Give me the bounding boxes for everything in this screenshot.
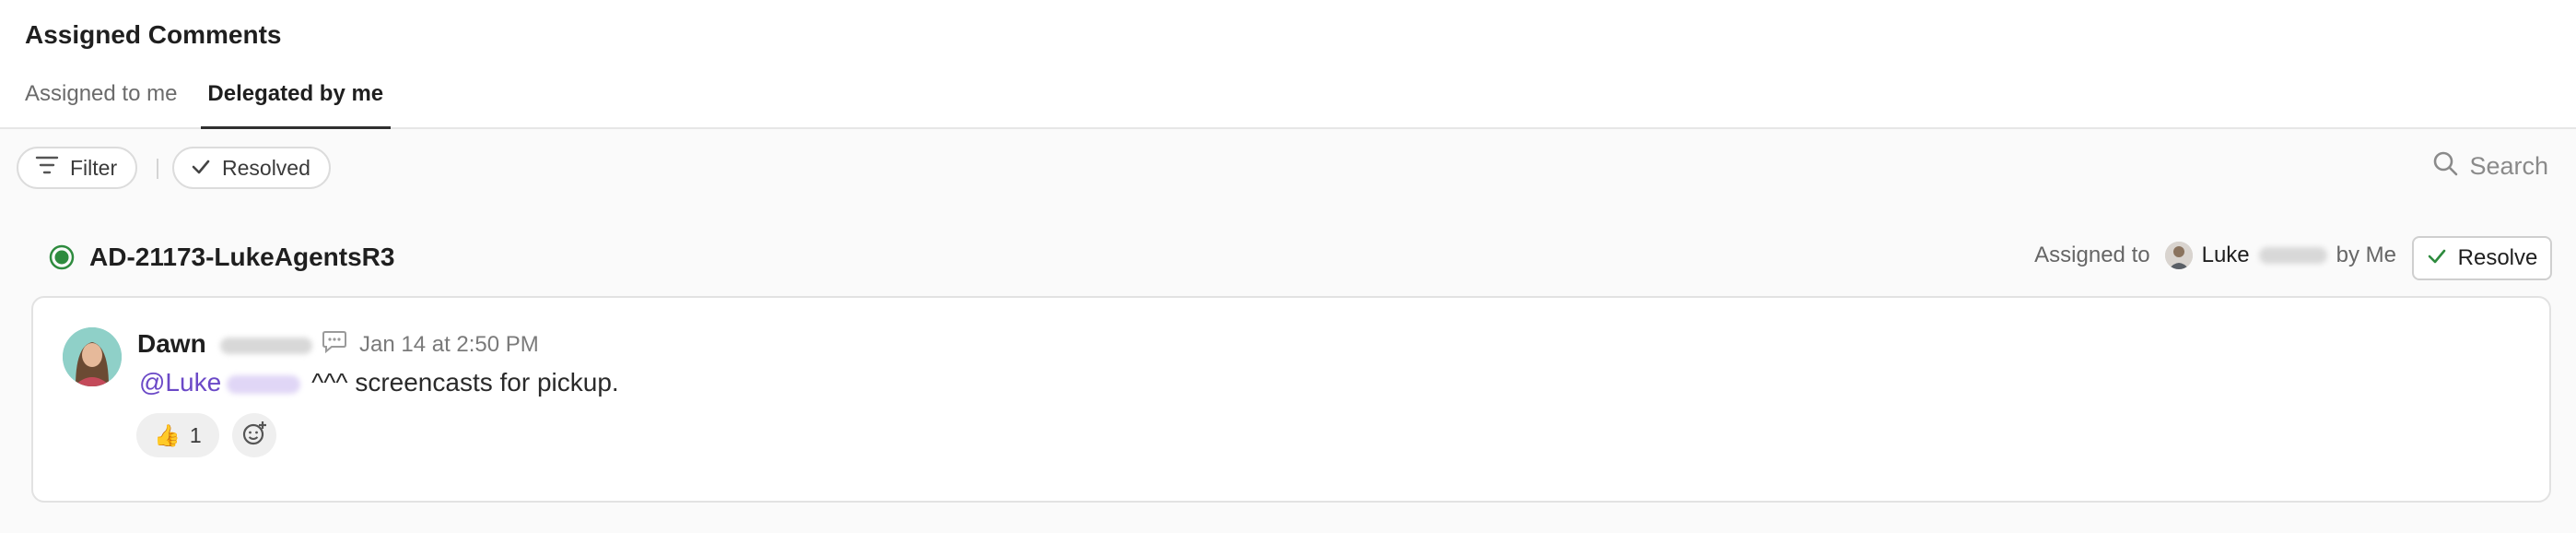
assignee-avatar — [2164, 242, 2193, 269]
tab-assigned-to-me[interactable]: Assigned to me — [25, 79, 177, 127]
tab-delegated-by-me[interactable]: Delegated by me — [201, 79, 391, 129]
comment-icon — [322, 329, 347, 358]
check-icon — [191, 156, 211, 181]
author-surname-redacted — [220, 337, 313, 354]
toolbar-divider — [157, 159, 158, 179]
author-name: Dawn — [137, 329, 206, 358]
filter-label: Filter — [70, 155, 118, 180]
add-emoji-icon — [241, 420, 267, 451]
resolved-label: Resolved — [222, 155, 310, 180]
thumbs-up-icon: 👍 — [154, 422, 181, 447]
resolve-button[interactable]: Resolve — [2412, 236, 2552, 280]
comment-author: Dawn — [137, 329, 313, 359]
toolbar: Filter Resolved Search — [0, 129, 2576, 207]
assigned-prefix: Assigned to — [2034, 243, 2150, 267]
comment-body: @Luke ^^^ screencasts for pickup. — [139, 368, 619, 397]
thread-title[interactable]: AD-21173-LukeAgentsR3 — [89, 243, 394, 272]
reaction-count: 1 — [189, 422, 202, 447]
reaction-thumbs-up[interactable]: 👍 1 — [136, 413, 219, 457]
resolve-label: Resolve — [2457, 245, 2538, 270]
assignment-info: Assigned to Luke by Me — [2034, 242, 2396, 269]
filter-icon — [35, 155, 59, 181]
comment-timestamp: Jan 14 at 2:50 PM — [359, 332, 539, 357]
page-header: Assigned Comments Assigned to me Delegat… — [0, 0, 2576, 129]
search-button[interactable]: Search — [2432, 150, 2548, 183]
assigned-suffix: by Me — [2336, 243, 2396, 267]
check-icon — [2427, 245, 2447, 271]
author-avatar — [63, 327, 122, 386]
status-open-icon — [49, 244, 75, 275]
search-icon — [2432, 150, 2458, 183]
assignee-name: Luke — [2201, 243, 2250, 267]
tab-bar: Assigned to me Delegated by me — [25, 79, 414, 129]
mention-surname-redacted — [227, 374, 301, 394]
mention-link[interactable]: @Luke — [139, 368, 221, 397]
filter-button[interactable]: Filter — [17, 147, 138, 189]
resolved-filter-button[interactable]: Resolved — [172, 147, 331, 189]
search-label: Search — [2469, 152, 2548, 180]
comment-card: Dawn Jan 14 at 2:50 PM @Luke ^^^ screenca… — [31, 296, 2551, 503]
add-reaction-button[interactable] — [232, 413, 276, 457]
comment-text: ^^^ screencasts for pickup. — [311, 368, 619, 397]
page-title: Assigned Comments — [25, 20, 282, 49]
assignee-surname-redacted — [2258, 247, 2327, 264]
